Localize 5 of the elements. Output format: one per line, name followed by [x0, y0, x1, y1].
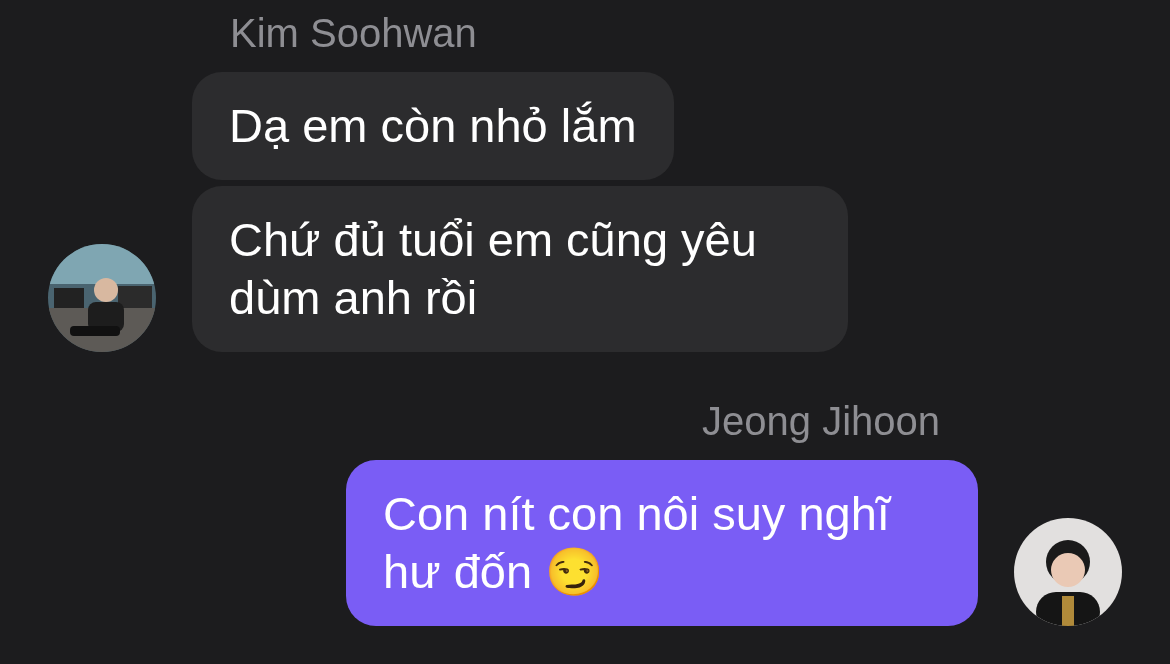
message-bubble: Chứ đủ tuổi em cũng yêu dùm anh rồi	[192, 186, 848, 352]
sender-name: Jeong Jihoon	[701, 398, 941, 444]
message-bubble: Dạ em còn nhỏ lắm	[192, 72, 674, 180]
message-bubble: Con nít con nôi suy nghĩ hư đốn 😏	[346, 460, 978, 626]
sender-name: Kim Soohwan	[229, 10, 478, 56]
